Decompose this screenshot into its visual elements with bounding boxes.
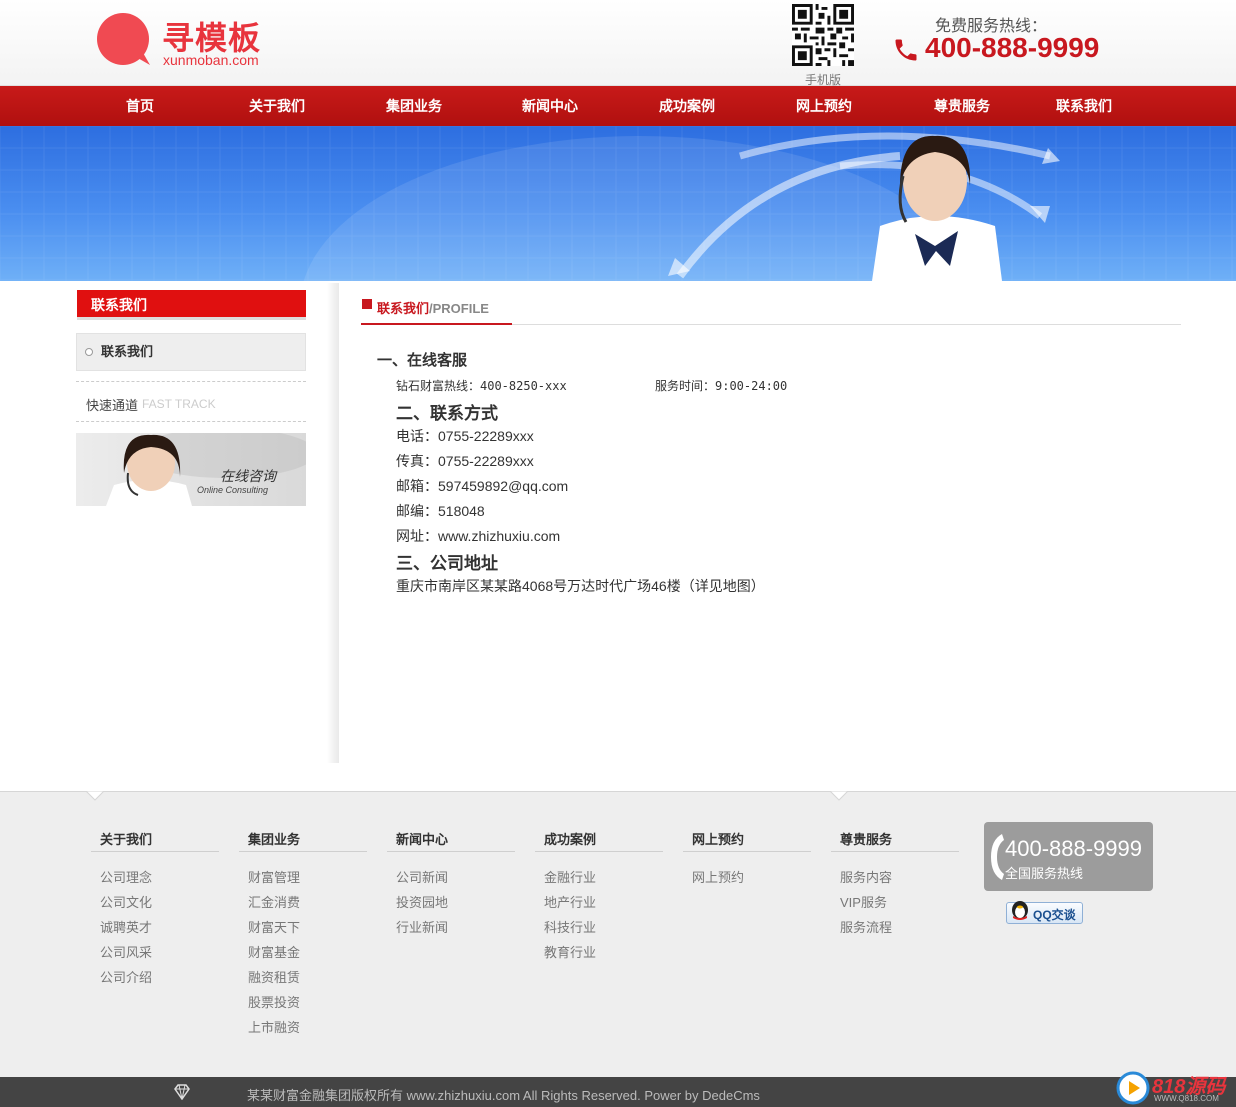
phone-text: 电话：0755-22289xxx [396, 428, 534, 444]
footer-link[interactable]: 行业新闻 [396, 917, 448, 936]
footer-link[interactable]: 公司介绍 [100, 967, 152, 986]
sidebar-item-label: 联系我们 [101, 344, 154, 359]
qq-chat-label: QQ交谈 [1033, 908, 1076, 922]
footer-link[interactable]: 汇金消费 [248, 892, 300, 911]
footer-link[interactable]: 服务内容 [840, 867, 892, 886]
divider [831, 851, 959, 852]
footer-link[interactable]: 财富基金 [248, 942, 300, 961]
nav-item-news[interactable]: 新闻中心 [510, 86, 590, 126]
divider [387, 851, 515, 852]
nav-item-business[interactable]: 集团业务 [374, 86, 454, 126]
footer-link[interactable]: 公司新闻 [396, 867, 448, 886]
logo-domain: xunmoban.com [163, 52, 259, 68]
consulting-subtitle: Online Consulting [197, 485, 269, 495]
section-address: 三、公司地址 [396, 554, 498, 573]
logo-bubble-icon[interactable] [96, 13, 152, 67]
hero-banner [0, 126, 1236, 281]
footer-notch [85, 791, 849, 801]
footer-link[interactable]: 公司理念 [100, 867, 152, 886]
footer-col-title-about: 关于我们 [100, 832, 153, 847]
footer-col-title-news: 新闻中心 [396, 832, 449, 847]
footer-col-title-business: 集团业务 [248, 832, 301, 847]
main-nav: 首页 关于我们 集团业务 新闻中心 成功案例 网上预约 尊贵服务 联系我们 [0, 86, 1236, 126]
postcode-text: 邮编：518048 [396, 503, 485, 519]
handset-icon [991, 834, 1004, 880]
footer-link[interactable]: 科技行业 [544, 917, 596, 936]
footer-link[interactable]: 教育行业 [544, 942, 596, 961]
page-title-cn: 联系我们 [377, 301, 430, 316]
footer-link[interactable]: 融资租赁 [248, 967, 300, 986]
fast-track-subtitle: FAST TRACK [142, 397, 216, 411]
divider [76, 421, 306, 422]
footer-col-title-cases: 成功案例 [544, 832, 597, 847]
footer-hotline-label: 全国服务热线 [1005, 866, 1084, 881]
fax-text: 传真：0755-22289xxx [396, 453, 534, 469]
footer-link[interactable]: 公司文化 [100, 892, 152, 911]
divider [91, 851, 219, 852]
footer-link[interactable]: 诚聘英才 [100, 917, 152, 936]
divider [683, 851, 811, 852]
divider [76, 381, 306, 382]
section-online-service: 一、在线客服 [377, 352, 468, 369]
phone-icon [895, 39, 917, 61]
column-shadow [327, 283, 339, 763]
service-time-text: 服务时间：9:00-24:00 [655, 379, 788, 393]
diamond-icon [174, 1084, 190, 1100]
qr-code-icon [792, 4, 854, 66]
divider [535, 851, 663, 852]
footer-link[interactable]: 股票投资 [248, 992, 300, 1011]
nav-item-about[interactable]: 关于我们 [237, 86, 317, 126]
footer-link[interactable]: 服务流程 [840, 917, 892, 936]
hotline-number: 400-888-9999 [925, 32, 1100, 63]
address-text: 重庆市南岸区某某路4068号万达时代广场46楼（详见地图） [396, 578, 765, 594]
nav-item-vip[interactable]: 尊贵服务 [922, 86, 1002, 126]
online-consulting-banner[interactable]: 在线咨询 Online Consulting [76, 433, 306, 506]
watermark-logo: 818源码 WWW.Q818.COM [1116, 1068, 1232, 1107]
banner-graphic [0, 126, 1236, 281]
sidebar-title: 联系我们 [77, 290, 306, 320]
arrow-right-icon [362, 299, 372, 309]
qq-chat-button[interactable]: QQ交谈 [1006, 901, 1083, 924]
page-title: 联系我们/PROFILE [377, 298, 489, 317]
nav-item-booking[interactable]: 网上预约 [784, 86, 864, 126]
fast-track-title: 快速通道 [86, 398, 139, 413]
footer-link[interactable]: 公司风采 [100, 942, 152, 961]
nav-item-cases[interactable]: 成功案例 [647, 86, 727, 126]
copyright-bar: 某某财富金融集团版权所有 www.zhizhuxiu.com All Right… [0, 1077, 1236, 1107]
email-text: 邮箱：597459892@qq.com [396, 478, 569, 494]
footer-link[interactable]: 地产行业 [544, 892, 596, 911]
play-circle-icon [1116, 1071, 1150, 1105]
copyright-text: 某某财富金融集团版权所有 www.zhizhuxiu.com All Right… [247, 1088, 760, 1103]
footer-link[interactable]: 财富天下 [248, 917, 300, 936]
footer-link[interactable]: 网上预约 [692, 867, 744, 886]
site-footer: 关于我们 公司理念 公司文化 诚聘英才 公司风采 公司介绍 集团业务 财富管理 … [0, 791, 1236, 1077]
sidebar-item-contact[interactable]: 联系我们 [76, 333, 306, 371]
footer-link[interactable]: 金融行业 [544, 867, 596, 886]
footer-hotline-box: 400-888-9999 全国服务热线 [984, 822, 1153, 891]
footer-hotline-number: 400-888-9999 [1005, 836, 1143, 861]
consulting-title: 在线咨询 [220, 468, 276, 484]
site-header: 寻模板 xunmoban.com 手机版 免费服务热线： 400-888-999… [0, 0, 1236, 87]
footer-link[interactable]: 上市融资 [248, 1017, 300, 1036]
website-text: 网址：www.zhizhuxiu.com [396, 528, 561, 544]
footer-link[interactable]: 财富管理 [248, 867, 300, 886]
divider [239, 851, 367, 852]
title-underline-accent [361, 323, 512, 325]
footer-col-title-booking: 网上预约 [692, 832, 745, 847]
section-contact-methods: 二、联系方式 [396, 404, 498, 423]
nav-item-contact[interactable]: 联系我们 [1044, 86, 1124, 126]
qq-penguin-icon [1012, 901, 1028, 920]
nav-item-home[interactable]: 首页 [110, 86, 170, 126]
footer-link[interactable]: VIP服务 [840, 892, 887, 911]
page-title-en: /PROFILE [429, 301, 489, 316]
footer-link[interactable]: 投资园地 [396, 892, 448, 911]
bullet-icon [85, 348, 93, 356]
watermark-domain: WWW.Q818.COM [1154, 1094, 1219, 1103]
hotline-text: 钻石财富热线：400-8250-xxx [396, 379, 567, 393]
footer-col-title-vip: 尊贵服务 [840, 832, 893, 847]
